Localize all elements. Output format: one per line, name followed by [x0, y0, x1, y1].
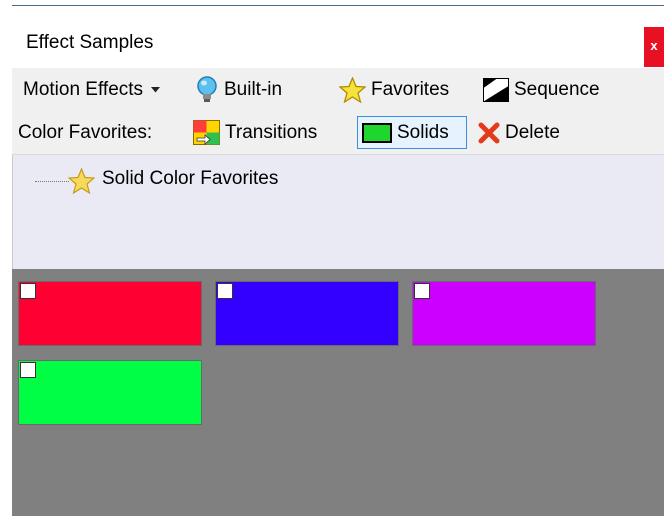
chevron-down-icon	[151, 86, 161, 93]
tree-connector	[35, 181, 69, 182]
color-swatch[interactable]	[18, 360, 202, 425]
color-swatch[interactable]	[215, 281, 399, 346]
color-swatch[interactable]	[18, 281, 202, 346]
window-title: Effect Samples	[26, 32, 154, 53]
sequence-button[interactable]: Sequence	[483, 68, 600, 111]
motion-effects-dropdown[interactable]: Motion Effects	[23, 68, 165, 111]
sequence-icon	[483, 77, 509, 102]
built-in-button[interactable]: Built-in	[195, 68, 282, 111]
delete-label: Delete	[505, 121, 560, 143]
tree-star-icon	[67, 167, 96, 200]
swatch-checkbox[interactable]	[217, 283, 233, 299]
swatch-panel	[12, 269, 664, 516]
swatch-checkbox[interactable]	[414, 283, 430, 299]
transitions-label: Transitions	[225, 121, 318, 143]
delete-button[interactable]: Delete	[478, 111, 560, 154]
title-bar: Effect Samples x	[12, 6, 664, 67]
built-in-label: Built-in	[224, 78, 283, 100]
transitions-icon	[193, 120, 220, 145]
color-favorites-toolbar: Color Favorites: Transitions Solids Dele…	[12, 111, 664, 155]
favorites-button[interactable]: Favorites	[339, 68, 449, 111]
solid-color-icon	[362, 122, 392, 143]
solids-button[interactable]: Solids	[357, 116, 467, 149]
close-button[interactable]: x	[644, 27, 664, 67]
favorites-tree: Solid Color Favorites	[12, 155, 664, 269]
favorites-label: Favorites	[371, 78, 450, 100]
swatch-checkbox[interactable]	[20, 362, 36, 378]
transitions-button[interactable]: Transitions	[193, 111, 317, 154]
lightbulb-icon	[195, 75, 219, 104]
swatch-checkbox[interactable]	[20, 283, 36, 299]
sequence-label: Sequence	[514, 78, 600, 100]
tree-item-solid-color-favorites[interactable]: Solid Color Favorites	[102, 168, 278, 190]
solids-label: Solids	[397, 121, 449, 143]
motion-effects-label: Motion Effects	[23, 78, 144, 100]
color-favorites-label: Color Favorites:	[18, 121, 153, 143]
color-swatch[interactable]	[412, 281, 596, 346]
delete-icon	[478, 122, 500, 144]
star-icon	[339, 76, 366, 103]
motion-effects-toolbar: Motion Effects Built-in Favorites Sequen…	[12, 68, 664, 111]
